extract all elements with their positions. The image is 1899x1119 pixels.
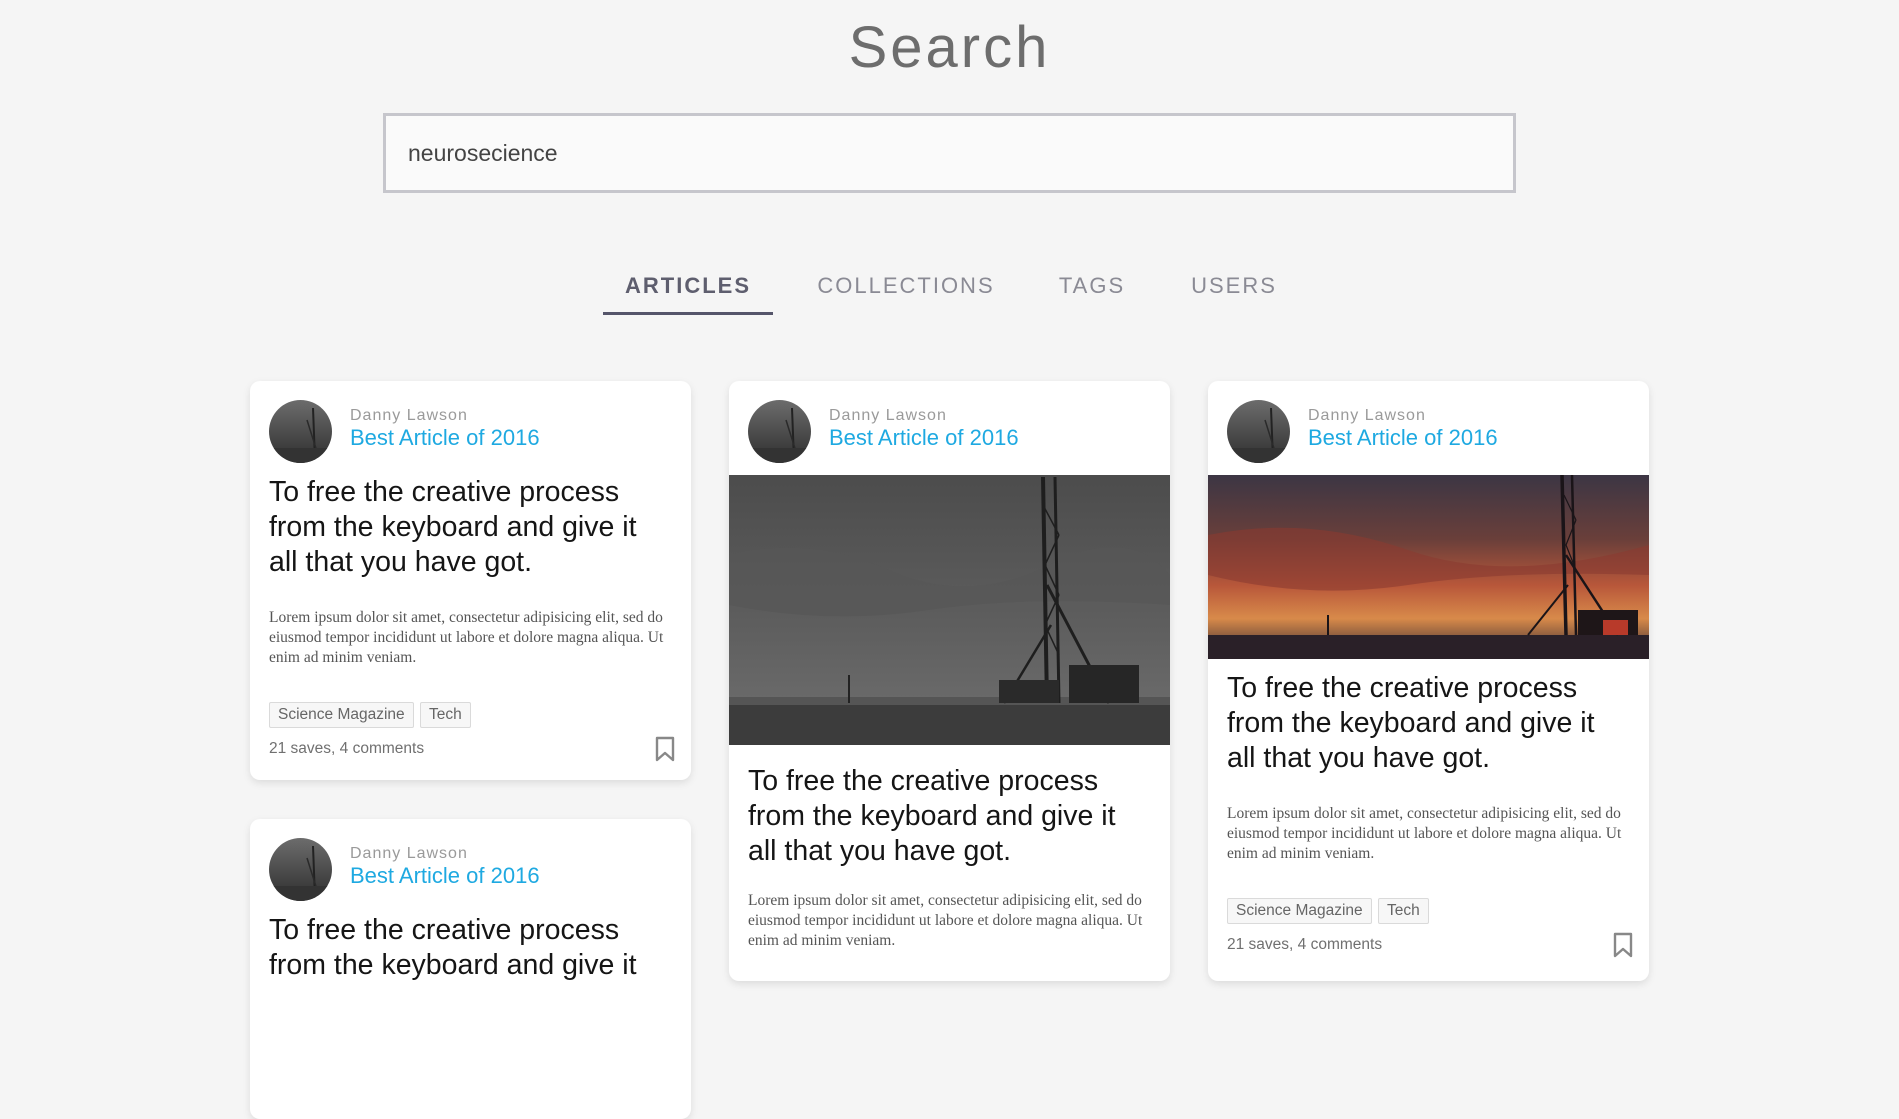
tab-users[interactable]: USERS (1186, 272, 1282, 312)
author-name[interactable]: Danny Lawson (350, 845, 468, 863)
tag-chip[interactable]: Tech (420, 702, 471, 728)
author-name[interactable]: Danny Lawson (1308, 407, 1426, 425)
avatar[interactable] (269, 838, 332, 901)
collection-link[interactable]: Best Article of 2016 (1308, 425, 1498, 451)
article-stats: 21 saves, 4 comments (269, 740, 425, 757)
tag-chip[interactable]: Tech (1378, 898, 1429, 924)
tab-collections[interactable]: COLLECTIONS (811, 272, 1001, 312)
collection-link[interactable]: Best Article of 2016 (350, 863, 540, 889)
author-name[interactable]: Danny Lawson (829, 407, 947, 425)
page-title: Search (848, 15, 1051, 80)
article-image[interactable] (1208, 475, 1649, 659)
tab-articles[interactable]: ARTICLES (603, 272, 773, 315)
avatar[interactable] (1227, 400, 1290, 463)
article-headline[interactable]: To free the creative process from the ke… (269, 475, 672, 580)
avatar[interactable] (748, 400, 811, 463)
avatar[interactable] (269, 400, 332, 463)
tag-chip[interactable]: Science Magazine (1227, 898, 1372, 924)
search-input[interactable] (386, 116, 1513, 190)
article-headline[interactable]: To free the creative process from the ke… (1227, 671, 1630, 776)
article-card[interactable]: Danny Lawson Best Article of 2016 To fre… (250, 819, 691, 1119)
article-excerpt: Lorem ipsum dolor sit amet, consectetur … (1227, 805, 1622, 862)
article-card[interactable]: Danny Lawson Best Article of 2016 To fre… (729, 381, 1170, 981)
collection-link[interactable]: Best Article of 2016 (829, 425, 1019, 451)
bookmark-icon[interactable] (655, 736, 675, 762)
article-headline[interactable]: To free the creative process from the ke… (269, 913, 672, 983)
article-excerpt: Lorem ipsum dolor sit amet, consectetur … (748, 892, 1143, 949)
tag-chip[interactable]: Science Magazine (269, 702, 414, 728)
article-image[interactable] (729, 475, 1170, 745)
article-headline[interactable]: To free the creative process from the ke… (748, 764, 1151, 869)
bookmark-icon[interactable] (1613, 932, 1633, 958)
article-excerpt: Lorem ipsum dolor sit amet, consectetur … (269, 609, 664, 666)
author-name[interactable]: Danny Lawson (350, 407, 468, 425)
tab-tags[interactable]: TAGS (1052, 272, 1132, 312)
search-box[interactable] (383, 113, 1516, 193)
collection-link[interactable]: Best Article of 2016 (350, 425, 540, 451)
article-card[interactable]: Danny Lawson Best Article of 2016 To fre… (1208, 381, 1649, 981)
article-stats: 21 saves, 4 comments (1227, 936, 1383, 953)
article-card[interactable]: Danny Lawson Best Article of 2016 To fre… (250, 381, 691, 780)
search-tabs: ARTICLES COLLECTIONS TAGS USERS (0, 272, 1899, 315)
